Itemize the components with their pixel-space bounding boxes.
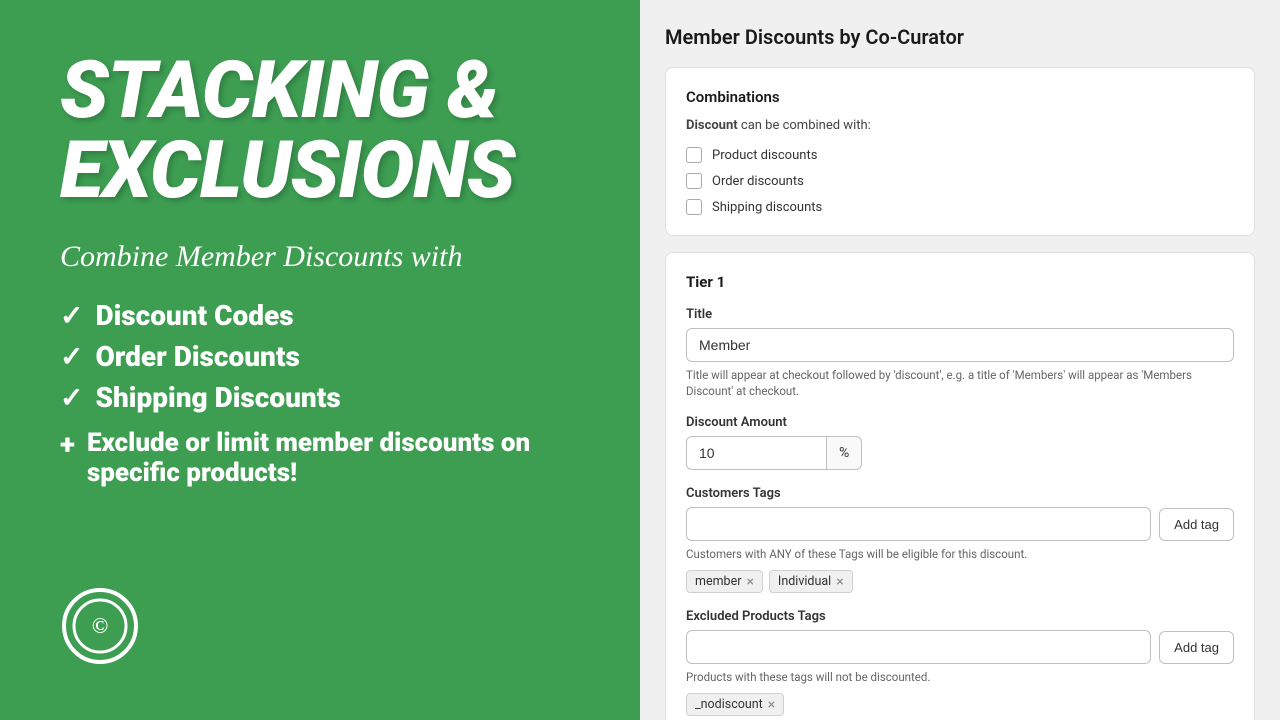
list-item: ✓ Discount Codes bbox=[60, 299, 580, 332]
discount-amount-field-group: Discount Amount % bbox=[686, 415, 1234, 470]
app-title: Member Discounts by Co-Curator bbox=[665, 20, 1255, 49]
checklist-item-3: Shipping Discounts bbox=[95, 381, 340, 414]
combinations-title: Combinations bbox=[686, 88, 1234, 106]
combine-label: Discount can be combined with: bbox=[686, 118, 1234, 133]
checkmark-icon: ✓ bbox=[60, 299, 83, 332]
checkbox-order-discounts[interactable]: Order discounts bbox=[686, 173, 1234, 189]
discount-suffix: % bbox=[826, 436, 862, 470]
heading-line2: EXCLUSIONS bbox=[60, 123, 514, 217]
discount-row: % bbox=[686, 436, 866, 470]
tag-chip-nodiscount: _nodiscount × bbox=[686, 693, 784, 716]
tag-chip-individual-text: Individual bbox=[778, 574, 831, 589]
customers-tags-label: Customers Tags bbox=[686, 486, 1234, 501]
logo-area: © bbox=[60, 586, 580, 670]
customers-tags-input[interactable] bbox=[686, 507, 1151, 541]
subtitle: Combine Member Discounts with bbox=[60, 240, 580, 274]
excluded-products-input[interactable] bbox=[686, 630, 1151, 664]
discount-amount-input[interactable] bbox=[686, 436, 826, 470]
checkbox-product-discounts-input[interactable] bbox=[686, 147, 702, 163]
co-curator-logo: © bbox=[60, 586, 140, 666]
customers-tags-display: member × Individual × bbox=[686, 570, 1234, 593]
tag-chip-individual: Individual × bbox=[769, 570, 853, 593]
right-panel: Member Discounts by Co-Curator Combinati… bbox=[640, 0, 1280, 720]
checkbox-product-discounts-label: Product discounts bbox=[712, 148, 817, 163]
checkmark-icon: ✓ bbox=[60, 340, 83, 373]
excluded-tags-display: _nodiscount × bbox=[686, 693, 1234, 716]
checkbox-shipping-discounts[interactable]: Shipping discounts bbox=[686, 199, 1234, 215]
customers-tags-input-row: Add tag bbox=[686, 507, 1234, 541]
tag-chip-member: member × bbox=[686, 570, 763, 593]
combinations-card: Combinations Discount can be combined wi… bbox=[665, 67, 1255, 236]
tag-chip-individual-remove[interactable]: × bbox=[836, 575, 843, 589]
checkbox-order-discounts-label: Order discounts bbox=[712, 174, 804, 189]
customers-tags-hint: Customers with ANY of these Tags will be… bbox=[686, 546, 1234, 562]
checklist-item-1: Discount Codes bbox=[95, 299, 293, 332]
excluded-products-add-button[interactable]: Add tag bbox=[1159, 631, 1234, 664]
checkbox-order-discounts-input[interactable] bbox=[686, 173, 702, 189]
left-content: STACKING & EXCLUSIONS Combine Member Dis… bbox=[60, 50, 580, 488]
tag-chip-member-text: member bbox=[695, 574, 741, 589]
customers-tags-add-button[interactable]: Add tag bbox=[1159, 508, 1234, 541]
title-input[interactable] bbox=[686, 328, 1234, 362]
tag-chip-nodiscount-remove[interactable]: × bbox=[768, 698, 775, 712]
plus-item: + Exclude or limit member discounts on s… bbox=[60, 428, 580, 488]
tier-card: Tier 1 Title Title will appear at checko… bbox=[665, 252, 1255, 720]
checkbox-product-discounts[interactable]: Product discounts bbox=[686, 147, 1234, 163]
excluded-products-input-row: Add tag bbox=[686, 630, 1234, 664]
checkmark-icon: ✓ bbox=[60, 381, 83, 414]
discount-amount-label: Discount Amount bbox=[686, 415, 1234, 430]
title-field-group: Title Title will appear at checkout foll… bbox=[686, 307, 1234, 399]
title-label: Title bbox=[686, 307, 1234, 322]
list-item: ✓ Shipping Discounts bbox=[60, 381, 580, 414]
excluded-products-hint: Products with these tags will not be dis… bbox=[686, 669, 1234, 685]
plus-item-text: Exclude or limit member discounts on spe… bbox=[87, 428, 580, 488]
customers-tags-field-group: Customers Tags Add tag Customers with AN… bbox=[686, 486, 1234, 593]
combine-prefix: Discount bbox=[686, 118, 738, 133]
tag-chip-member-remove[interactable]: × bbox=[746, 575, 753, 589]
list-item: ✓ Order Discounts bbox=[60, 340, 580, 373]
checklist-item-2: Order Discounts bbox=[95, 340, 299, 373]
checklist: ✓ Discount Codes ✓ Order Discounts ✓ Shi… bbox=[60, 299, 580, 414]
checkbox-group: Product discounts Order discounts Shippi… bbox=[686, 147, 1234, 215]
excluded-products-field-group: Excluded Products Tags Add tag Products … bbox=[686, 609, 1234, 716]
title-hint: Title will appear at checkout followed b… bbox=[686, 367, 1234, 399]
plus-icon: + bbox=[60, 428, 75, 461]
checkbox-shipping-discounts-input[interactable] bbox=[686, 199, 702, 215]
checkbox-shipping-discounts-label: Shipping discounts bbox=[712, 200, 822, 215]
excluded-products-label: Excluded Products Tags bbox=[686, 609, 1234, 624]
main-heading: STACKING & EXCLUSIONS bbox=[60, 50, 580, 210]
left-panel: STACKING & EXCLUSIONS Combine Member Dis… bbox=[0, 0, 640, 720]
combine-text: can be combined with: bbox=[741, 118, 871, 133]
svg-text:©: © bbox=[92, 613, 108, 638]
tier-title: Tier 1 bbox=[686, 273, 1234, 291]
tag-chip-nodiscount-text: _nodiscount bbox=[695, 697, 763, 712]
